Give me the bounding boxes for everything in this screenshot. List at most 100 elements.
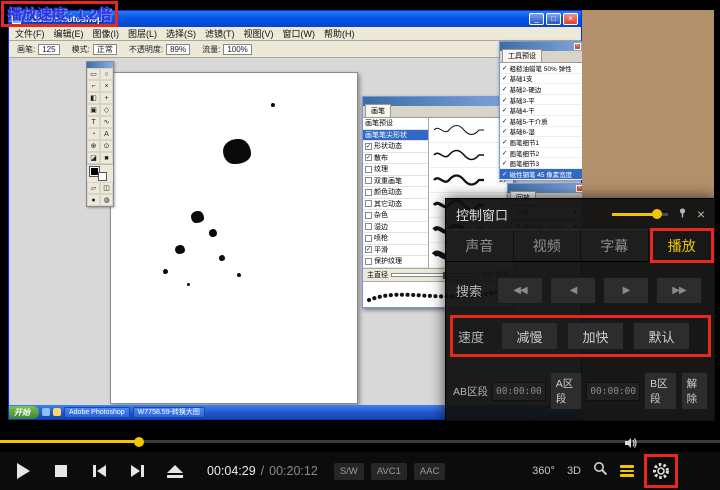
preset-item[interactable]: ✓画笔细节2 — [500, 148, 582, 159]
slow-down-button[interactable]: 减慢 — [501, 322, 558, 350]
settings-button[interactable] — [646, 456, 676, 486]
list-item[interactable]: 画笔笔尖形状 — [363, 130, 428, 142]
preset-item[interactable]: ✓基础4-干 — [500, 105, 582, 116]
checkbox[interactable]: ✓ — [365, 154, 372, 161]
preset-item[interactable]: ✓基础1支 — [500, 74, 582, 85]
shape-tool-icon[interactable]: ■ — [100, 152, 113, 164]
previous-button[interactable] — [81, 455, 117, 487]
color-swatches[interactable] — [87, 164, 113, 182]
preset-item[interactable]: ✓画笔细节3 — [500, 158, 582, 169]
quicklaunch-icon[interactable] — [53, 408, 61, 416]
move-tool-icon[interactable]: ○ — [100, 68, 113, 80]
playlist-icon[interactable] — [620, 465, 634, 477]
ps-menu-item[interactable]: 选择(S) — [166, 27, 196, 40]
list-item[interactable]: 保护纹理 — [363, 256, 428, 268]
preset-item[interactable]: ✓基础3-平 — [500, 95, 582, 106]
release-button[interactable]: 解除 — [681, 372, 708, 410]
slider-handle[interactable] — [652, 209, 662, 219]
checkbox[interactable] — [365, 177, 372, 184]
preset-item[interactable]: ✓基础6-湿 — [500, 127, 582, 138]
taskbar-button[interactable]: W7758.59-转换大图 — [133, 407, 205, 418]
checkbox[interactable] — [365, 200, 372, 207]
checkbox[interactable] — [365, 212, 372, 219]
ps-menu-item[interactable]: 窗口(W) — [283, 27, 316, 40]
crop-tool-icon[interactable]: ◧ — [87, 92, 100, 104]
slice-tool-icon[interactable]: + — [100, 92, 113, 104]
zoom-icon[interactable] — [593, 461, 608, 481]
ps-canvas[interactable] — [110, 72, 358, 404]
close-button[interactable]: × — [563, 13, 578, 25]
pen-tool-icon[interactable]: ◪ — [87, 152, 100, 164]
start-button[interactable]: 开始 — [9, 406, 39, 419]
stop-button[interactable] — [43, 455, 79, 487]
preset-item[interactable]: ✓画笔细节1 — [500, 137, 582, 148]
a-time-field[interactable]: 00:00:00 — [492, 382, 546, 401]
preset-item[interactable]: ✓基础5-干介质 — [500, 116, 582, 127]
background-color-swatch[interactable] — [98, 172, 107, 181]
mode-dropdown[interactable]: 正常 — [93, 44, 117, 55]
tab-brushes[interactable]: 画笔 — [365, 104, 391, 117]
preset-item[interactable]: ✓磁性钢笔 45 像素宽度 — [500, 169, 582, 180]
seek-bar[interactable] — [0, 436, 720, 448]
list-item[interactable]: ✓形状动态 — [363, 141, 428, 153]
lasso-tool-icon[interactable]: ⌐ — [87, 80, 100, 92]
type-tool-icon[interactable]: T — [87, 116, 100, 128]
checkbox[interactable]: ✓ — [365, 246, 372, 253]
play-button[interactable] — [5, 455, 41, 487]
checkbox[interactable] — [365, 189, 372, 196]
seek-back-fast-button[interactable]: ◀◀ — [497, 277, 543, 304]
a-segment-button[interactable]: A区段 — [550, 372, 583, 410]
list-item[interactable]: 画笔预设 — [363, 118, 428, 130]
tab-subtitle[interactable]: 字幕 — [581, 230, 649, 261]
vr-360-button[interactable]: 360° — [532, 465, 555, 477]
wand-tool-icon[interactable]: × — [100, 80, 113, 92]
speed-up-button[interactable]: 加快 — [567, 322, 624, 350]
list-item[interactable]: 其它动态 — [363, 199, 428, 211]
marquee-tool-icon[interactable]: ▭ — [87, 68, 100, 80]
open-button[interactable] — [157, 455, 193, 487]
b-time-field[interactable]: 00:00:00 — [586, 382, 640, 401]
ps-menu-item[interactable]: 图像(I) — [93, 27, 120, 40]
gradient-tool-icon[interactable]: A — [100, 128, 113, 140]
brush-size-dropdown[interactable]: 125 — [38, 44, 59, 55]
minimize-button[interactable]: _ — [529, 13, 544, 25]
ps-menu-item[interactable]: 图层(L) — [128, 27, 157, 40]
stamp-tool-icon[interactable]: ∿ — [100, 116, 113, 128]
ps-menu-item[interactable]: 帮助(H) — [324, 27, 355, 40]
ps-menu-item[interactable]: 文件(F) — [15, 27, 45, 40]
list-item[interactable]: ✓散布 — [363, 153, 428, 165]
tab-video[interactable]: 视频 — [514, 230, 582, 261]
preset-item[interactable]: ✓基础2-硬边 — [500, 84, 582, 95]
healing-tool-icon[interactable]: ▣ — [87, 104, 100, 116]
sponge-tool-icon[interactable]: ⊙ — [100, 140, 113, 152]
3d-button[interactable]: 3D — [567, 465, 581, 477]
checkbox[interactable] — [365, 258, 372, 265]
close-icon[interactable]: × — [697, 207, 705, 221]
panel-close-icon[interactable]: × — [574, 43, 581, 50]
default-speed-button[interactable]: 默认 — [633, 322, 690, 350]
quickmask-icon[interactable]: ▱ — [87, 182, 100, 194]
preset-item[interactable]: ✓粗糙油蜡笔 50% 弹性 — [500, 63, 582, 74]
flow-input[interactable]: 100% — [223, 44, 251, 55]
ps-menu-item[interactable]: 滤镜(T) — [205, 27, 235, 40]
seek-forward-button[interactable]: ▶ — [603, 277, 649, 304]
list-item[interactable]: 双重画笔 — [363, 176, 428, 188]
quicklaunch-icon[interactable] — [42, 408, 50, 416]
list-item[interactable]: 湿边 — [363, 222, 428, 234]
seek-forward-fast-button[interactable]: ▶▶ — [656, 277, 702, 304]
list-item[interactable]: 纹理 — [363, 164, 428, 176]
b-segment-button[interactable]: B区段 — [644, 372, 677, 410]
hand-tool-icon[interactable]: ● — [87, 194, 100, 206]
checkbox[interactable] — [365, 166, 372, 173]
pin-icon[interactable] — [677, 205, 688, 223]
checkbox[interactable] — [365, 235, 372, 242]
dodge-tool-icon[interactable]: ⊕ — [87, 140, 100, 152]
seek-handle[interactable] — [134, 437, 144, 447]
list-item[interactable]: 颜色动态 — [363, 187, 428, 199]
screenmode-icon[interactable]: ◫ — [100, 182, 113, 194]
maximize-button[interactable]: □ — [546, 13, 561, 25]
eraser-tool-icon[interactable]: ◔ — [87, 128, 100, 140]
ps-menu-item[interactable]: 编辑(E) — [54, 27, 84, 40]
tab-playback[interactable]: 播放 — [649, 230, 716, 261]
list-item[interactable]: ✓平滑 — [363, 245, 428, 257]
